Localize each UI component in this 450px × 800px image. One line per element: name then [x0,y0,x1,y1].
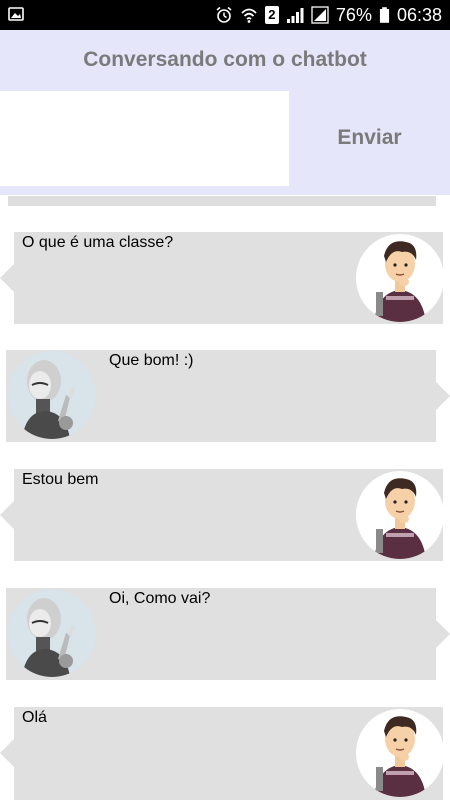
message-text: Oi, Como vai? [109,590,211,607]
user-avatar-icon [356,471,444,559]
battery-icon [379,7,390,23]
message-text: Que bom! :) [109,352,194,369]
chat-message-bot: Que bom! :) [0,350,450,444]
send-button-label: Enviar [337,125,402,149]
gallery-icon [8,7,24,21]
title-bar: Conversando com o chatbot [0,30,450,90]
message-text: Estou bem [22,471,99,488]
wifi-icon [241,8,257,23]
user-avatar-icon [356,234,444,322]
chat-message-bot: Oi, Como vai? [0,588,450,682]
status-bar: 2 76% 06:38 [0,0,450,30]
chat-message-user: O que é uma classe? [0,232,450,326]
chat-message-user: Estou bem [0,469,450,563]
sim-badge: 2 [264,6,279,24]
message-text: O que é uma classe? [22,234,174,251]
page-title: Conversando com o chatbot [83,48,367,71]
robot-avatar-icon [8,351,96,439]
signal-icon-2 [311,6,329,24]
message-input[interactable] [0,91,289,186]
battery-percent: 76% [335,5,372,25]
clock: 06:38 [396,5,442,25]
send-button[interactable]: Enviar [289,90,450,185]
robot-avatar-icon [8,589,96,677]
chat-message-user: Olá [0,707,450,800]
message-text: Olá [22,709,47,726]
user-avatar-icon [356,709,444,797]
signal-icon [286,8,304,23]
composer: Enviar [0,90,450,195]
alarm-icon [216,6,232,23]
partial-message-bubble [8,196,436,206]
